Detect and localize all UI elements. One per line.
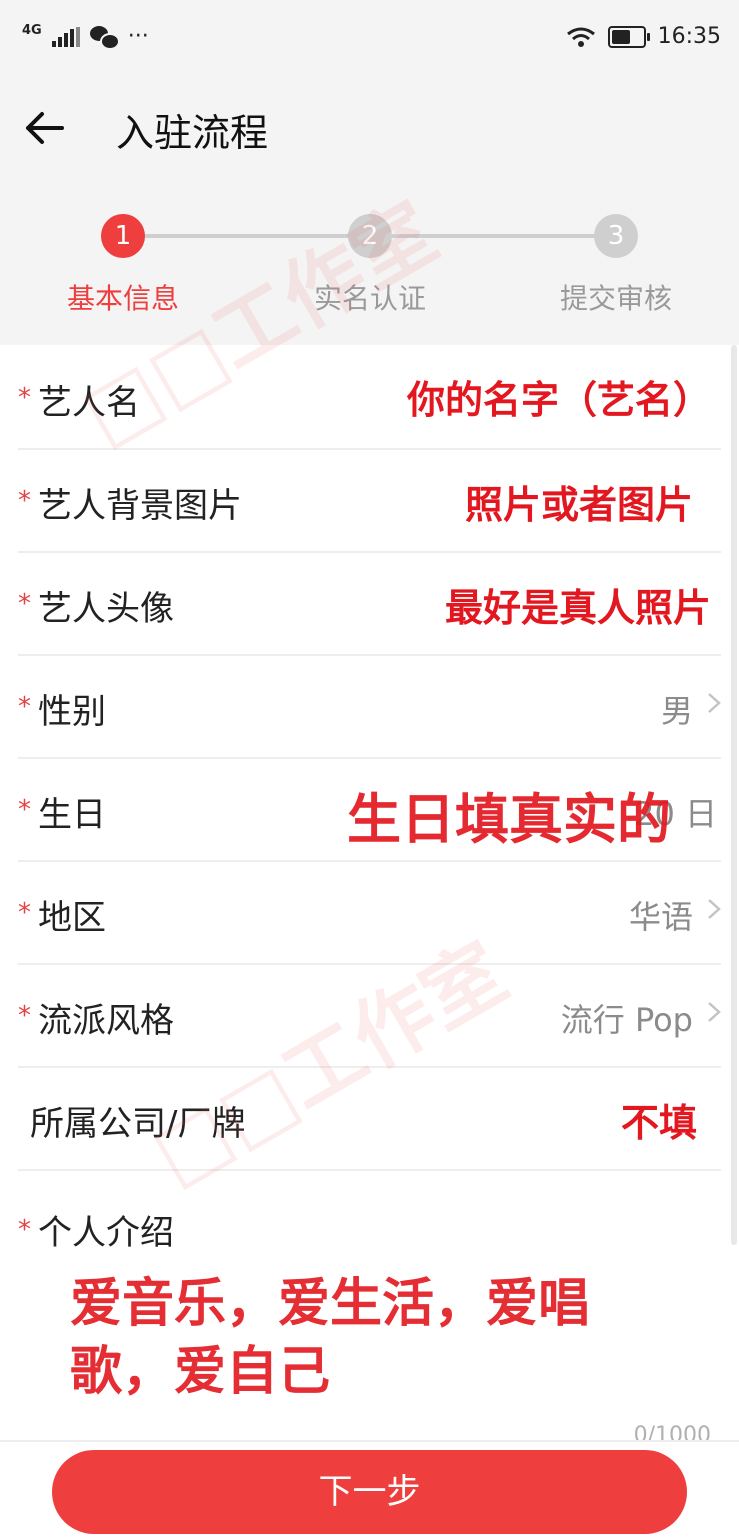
artist-avatar-annotation: 最好是真人照片 xyxy=(444,586,711,630)
gender-value: 男 xyxy=(660,692,693,730)
required-marker: * xyxy=(18,383,31,413)
genre-row[interactable]: * 流派风格 流行 Pop xyxy=(18,963,721,1068)
step-2-label: 实名认证 xyxy=(313,282,426,315)
required-marker: * xyxy=(18,898,31,928)
step-1-indicator: 1 xyxy=(101,214,145,258)
step-3-indicator: 3 xyxy=(594,214,638,258)
genre-value: 流行 Pop xyxy=(560,1001,693,1039)
next-step-button[interactable]: 下一步 xyxy=(52,1450,687,1534)
required-marker: * xyxy=(18,795,31,825)
artist-background-row[interactable]: * 艺人背景图片 照片或者图片 xyxy=(18,448,721,553)
required-marker: * xyxy=(18,1215,31,1245)
required-marker: * xyxy=(18,1001,31,1031)
page-title: 入驻流程 xyxy=(116,111,269,155)
company-label: 所属公司/厂牌 xyxy=(30,1104,246,1144)
company-annotation: 不填 xyxy=(620,1101,697,1145)
artist-name-row[interactable]: * 艺人名 你的名字（艺名） xyxy=(18,345,721,450)
intro-annotation-line2: 歌，爱自己 xyxy=(70,1342,331,1402)
gender-label: 性别 xyxy=(38,692,106,732)
step-connector xyxy=(145,234,350,238)
battery-icon xyxy=(607,25,650,48)
intro-annotation-line1: 爱音乐，爱生活，爱唱 xyxy=(70,1274,591,1334)
back-arrow-icon[interactable] xyxy=(22,106,66,150)
region-label: 地区 xyxy=(38,898,106,938)
step-connector xyxy=(392,234,597,238)
region-row[interactable]: * 地区 华语 xyxy=(18,860,721,965)
artist-background-label: 艺人背景图片 xyxy=(38,486,242,526)
chevron-right-icon xyxy=(708,1002,721,1022)
intro-section[interactable]: * 个人介绍 爱音乐，爱生活，爱唱 歌，爱自己 xyxy=(18,1169,721,1439)
artist-avatar-row[interactable]: * 艺人头像 最好是真人照片 xyxy=(18,551,721,656)
app-header: 入驻流程 xyxy=(0,70,739,185)
step-1-label: 基本信息 xyxy=(66,282,179,315)
required-marker: * xyxy=(18,486,31,516)
birthday-annotation: 生日填真实的 xyxy=(347,788,671,851)
status-bar: 4G ··· 16:35 xyxy=(0,0,739,70)
step-3-label: 提交审核 xyxy=(559,282,672,315)
birthday-row[interactable]: * 生日 20 日 生日填真实的 xyxy=(18,757,721,862)
scrollbar[interactable] xyxy=(731,345,737,1245)
more-notifications-icon: ··· xyxy=(127,24,149,49)
wechat-icon xyxy=(89,25,120,50)
required-marker: * xyxy=(18,589,31,619)
intro-label: 个人介绍 xyxy=(38,1213,174,1253)
artist-avatar-label: 艺人头像 xyxy=(38,589,174,629)
step-2-indicator: 2 xyxy=(348,214,392,258)
artist-background-annotation: 照片或者图片 xyxy=(464,483,693,527)
genre-label: 流派风格 xyxy=(38,1001,174,1041)
basic-info-form: * 艺人名 你的名字（艺名） * 艺人背景图片 照片或者图片 * 艺人头像 最好… xyxy=(0,345,739,1448)
status-time: 16:35 xyxy=(657,24,721,49)
chevron-right-icon xyxy=(708,693,721,713)
artist-name-annotation: 你的名字（艺名） xyxy=(406,378,711,422)
birthday-label: 生日 xyxy=(38,795,106,835)
required-marker: * xyxy=(18,692,31,722)
progress-steps: 1 2 3 基本信息 实名认证 提交审核 xyxy=(0,185,739,345)
gender-row[interactable]: * 性别 男 xyxy=(18,654,721,759)
wifi-icon xyxy=(566,27,595,47)
network-label: 4G xyxy=(22,23,42,38)
chevron-right-icon xyxy=(708,899,721,919)
artist-name-label: 艺人名 xyxy=(38,383,140,423)
footer-bar: 下一步 xyxy=(0,1440,739,1540)
signal-icon xyxy=(51,26,80,47)
region-value: 华语 xyxy=(628,898,693,936)
company-label-row[interactable]: 所属公司/厂牌 不填 xyxy=(18,1066,721,1171)
